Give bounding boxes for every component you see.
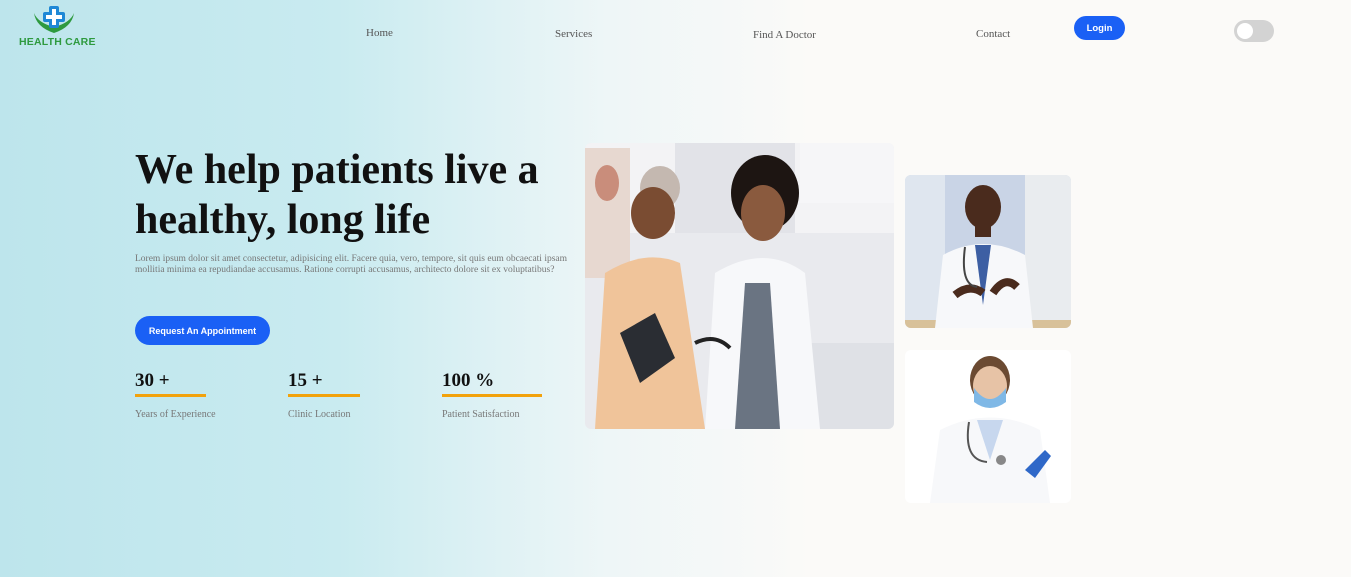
doctor-photo-2 [905,350,1071,503]
brand-name: HEALTH CARE [19,36,96,48]
theme-toggle[interactable] [1234,20,1274,42]
doctor-photo-1 [905,175,1071,328]
stat-value: 15 + [288,370,323,391]
medical-cross-hands-icon [34,6,74,33]
hero-image-doctor-patient [585,143,894,429]
nav-find-a-doctor[interactable]: Find A Doctor [753,29,816,41]
stat-value: 30 + [135,370,170,391]
hero-description: Lorem ipsum dolor sit amet consectetur, … [135,254,568,275]
stat-underline [135,394,206,397]
stat-experience: 30 + Years of Experience [135,370,216,420]
login-button[interactable]: Login [1074,16,1125,40]
nav-home[interactable]: Home [366,27,393,39]
stat-underline [442,394,542,397]
stat-satisfaction: 100 % Patient Satisfaction [442,370,542,420]
stat-underline [288,394,360,397]
stat-label: Years of Experience [135,409,216,420]
hero-title: We help patients live a healthy, long li… [135,147,539,243]
nav-contact[interactable]: Contact [976,28,1010,40]
request-appointment-button[interactable]: Request An Appointment [135,316,270,345]
stat-label: Clinic Location [288,409,351,420]
nav-find-a-doctor-label: Find A Doctor [753,29,816,41]
toggle-switch-icon [1237,23,1253,39]
stat-value: 100 % [442,370,495,391]
nav-services[interactable]: Services [555,28,592,40]
brand-logo[interactable]: HEALTH CARE [18,5,95,50]
stat-locations: 15 + Clinic Location [288,370,360,420]
stat-label: Patient Satisfaction [442,409,520,420]
